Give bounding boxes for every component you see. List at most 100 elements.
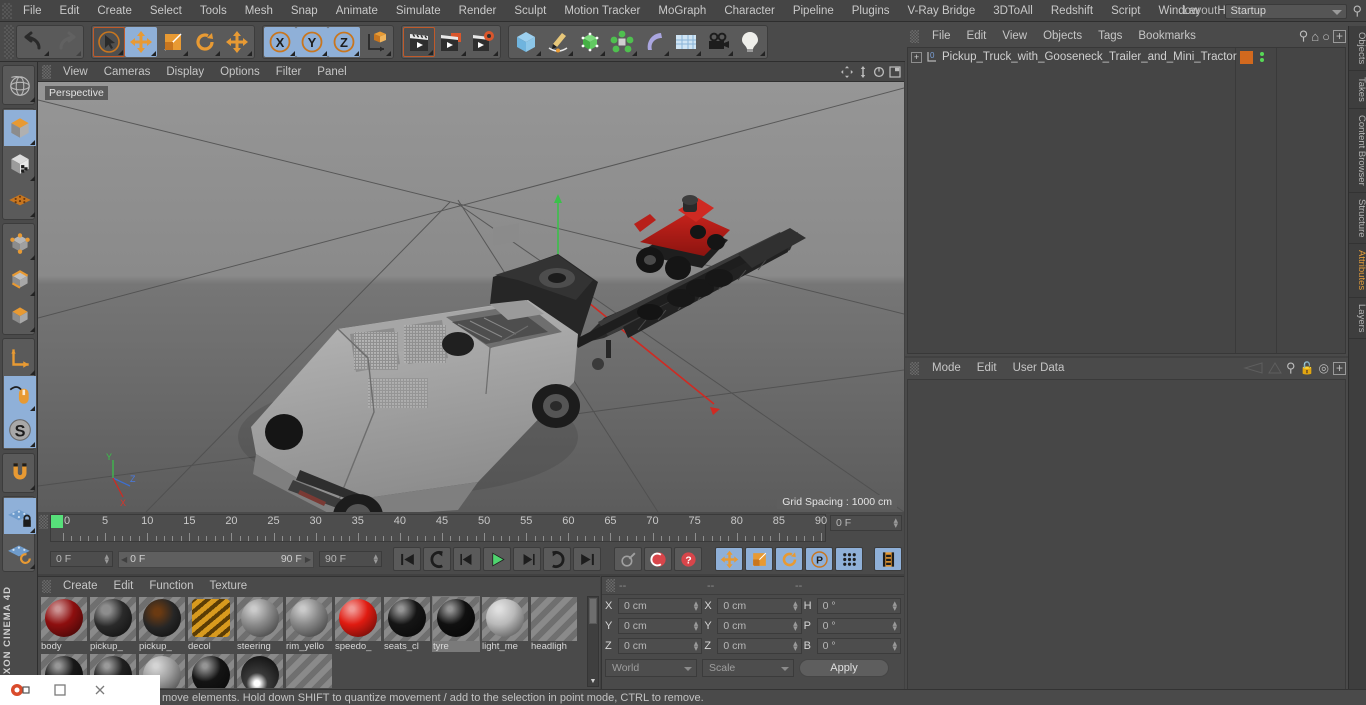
material-menu-function[interactable]: Function bbox=[141, 580, 201, 592]
material-item[interactable]: rim_yello bbox=[285, 596, 333, 652]
preview-range-bar[interactable]: ◀ 0 F 90 F ▶ bbox=[118, 550, 314, 568]
dropdown-corner-icon[interactable] bbox=[44, 50, 49, 56]
dropdown-corner-icon[interactable] bbox=[386, 50, 391, 56]
material-item[interactable]: headligh bbox=[530, 596, 578, 652]
menu-script[interactable]: Script bbox=[1102, 0, 1149, 22]
go-to-start-button[interactable] bbox=[393, 547, 421, 571]
expand-icon[interactable]: + bbox=[911, 51, 922, 63]
texture-mode-button[interactable] bbox=[4, 146, 36, 182]
scroll-down-icon[interactable]: ▼ bbox=[588, 677, 598, 686]
menu-3dtoall[interactable]: 3DToAll bbox=[984, 0, 1042, 22]
dropdown-corner-icon[interactable] bbox=[696, 50, 701, 56]
menu-sculpt[interactable]: Sculpt bbox=[505, 0, 555, 22]
material-item[interactable] bbox=[187, 653, 235, 688]
search-icon[interactable]: ⚲ bbox=[1352, 3, 1362, 19]
spinner-icon[interactable]: ▴ ▾ bbox=[893, 516, 898, 530]
attribute-manager-grip[interactable] bbox=[910, 361, 919, 375]
material-menu-texture[interactable]: Texture bbox=[201, 580, 255, 592]
material-preview[interactable] bbox=[384, 597, 430, 641]
menu-character[interactable]: Character bbox=[715, 0, 784, 22]
coordinate-mode-dropdown[interactable]: Scale bbox=[702, 659, 794, 677]
redo-button[interactable] bbox=[50, 27, 82, 57]
dropdown-corner-icon[interactable] bbox=[30, 140, 35, 145]
zoom-icon[interactable] bbox=[855, 64, 870, 79]
move-duplicate-tool[interactable] bbox=[221, 27, 253, 57]
rotation-field[interactable]: 0 ° ▴ ▾ bbox=[816, 597, 901, 614]
step-back-button[interactable] bbox=[453, 547, 481, 571]
viewport-menu-cameras[interactable]: Cameras bbox=[96, 62, 159, 82]
globe-deform-tool[interactable] bbox=[4, 67, 36, 103]
record-active-objects-button[interactable] bbox=[614, 547, 642, 571]
dropdown-corner-icon[interactable] bbox=[30, 327, 35, 332]
material-preview[interactable] bbox=[237, 597, 283, 641]
planar-workplane-button[interactable] bbox=[4, 534, 36, 570]
material-preview[interactable] bbox=[188, 597, 234, 641]
current-frame-field[interactable]: 0 F ▴ ▾ bbox=[50, 551, 113, 567]
add-icon[interactable]: + bbox=[1332, 361, 1346, 375]
render-view-button[interactable] bbox=[403, 26, 435, 57]
object-menu-tags[interactable]: Tags bbox=[1090, 30, 1130, 42]
axis-z-lock[interactable]: Z bbox=[328, 26, 360, 57]
play-button[interactable] bbox=[483, 547, 511, 571]
scale-tool[interactable] bbox=[157, 27, 189, 57]
dropdown-corner-icon[interactable] bbox=[30, 370, 35, 375]
world-object-axis-toggle[interactable] bbox=[360, 27, 392, 57]
record-position-button[interactable] bbox=[715, 547, 743, 571]
material-preview[interactable] bbox=[139, 597, 185, 641]
right-tab-structure[interactable]: Structure bbox=[1349, 193, 1366, 245]
right-tab-takes[interactable]: Takes bbox=[1349, 71, 1366, 110]
dropdown-corner-icon[interactable] bbox=[30, 442, 35, 447]
material-item[interactable]: pickup_ bbox=[89, 596, 137, 652]
close-icon[interactable] bbox=[80, 683, 120, 697]
dropdown-corner-icon[interactable] bbox=[600, 50, 605, 56]
menu-render[interactable]: Render bbox=[450, 0, 506, 22]
menu-animate[interactable]: Animate bbox=[327, 0, 387, 22]
undo-button[interactable] bbox=[18, 27, 50, 57]
dropdown-corner-icon[interactable] bbox=[354, 50, 359, 56]
dropdown-corner-icon[interactable] bbox=[728, 50, 733, 56]
add-light-button[interactable] bbox=[734, 27, 766, 57]
record-scale-button[interactable] bbox=[745, 547, 773, 571]
dope-sheet-button[interactable] bbox=[874, 547, 902, 571]
viewport-menu-panel[interactable]: Panel bbox=[309, 62, 354, 82]
menu-v-ray-bridge[interactable]: V-Ray Bridge bbox=[898, 0, 984, 22]
polygons-mode-button[interactable] bbox=[4, 297, 36, 333]
material-preview[interactable] bbox=[286, 654, 332, 688]
object-manager-grip[interactable] bbox=[910, 29, 919, 43]
spinner-icon[interactable]: ▴ ▾ bbox=[373, 552, 378, 566]
dropdown-corner-icon[interactable] bbox=[30, 176, 35, 181]
menu-edit[interactable]: Edit bbox=[51, 0, 89, 22]
add-nurbs-button[interactable] bbox=[574, 27, 606, 57]
lock-icon[interactable]: 🔓 bbox=[1300, 361, 1315, 375]
material-item[interactable]: steering bbox=[236, 596, 284, 652]
add-environment-button[interactable] bbox=[670, 27, 702, 57]
material-preview[interactable] bbox=[482, 597, 528, 641]
layout-dropdown[interactable]: Startup bbox=[1225, 3, 1348, 19]
spinner-icon[interactable]: ▴ ▾ bbox=[892, 638, 897, 652]
dropdown-corner-icon[interactable] bbox=[664, 50, 669, 56]
attribute-menu-edit[interactable]: Edit bbox=[969, 362, 1005, 374]
rotate-icon[interactable] bbox=[871, 64, 886, 79]
dropdown-corner-icon[interactable] bbox=[30, 564, 35, 569]
material-preview[interactable] bbox=[335, 597, 381, 641]
spinner-icon[interactable]: ▴ ▾ bbox=[793, 598, 798, 612]
search-icon[interactable]: ⚲ bbox=[1286, 360, 1296, 376]
search-icon[interactable]: ⚲ bbox=[1299, 28, 1309, 44]
dropdown-corner-icon[interactable] bbox=[30, 528, 35, 533]
spinner-icon[interactable]: ▴ ▾ bbox=[793, 618, 798, 632]
viewport-grip[interactable] bbox=[42, 64, 51, 79]
render-settings-button[interactable] bbox=[467, 27, 499, 57]
render-to-picture-viewer-button[interactable] bbox=[435, 27, 467, 57]
dropdown-corner-icon[interactable] bbox=[30, 406, 35, 411]
next-key-button[interactable] bbox=[543, 547, 571, 571]
menu-create[interactable]: Create bbox=[88, 0, 141, 22]
material-item[interactable] bbox=[285, 653, 333, 688]
material-menu-edit[interactable]: Edit bbox=[106, 580, 142, 592]
dropdown-corner-icon[interactable] bbox=[30, 212, 35, 217]
material-menu-create[interactable]: Create bbox=[55, 580, 106, 592]
menu-redshift[interactable]: Redshift bbox=[1042, 0, 1102, 22]
object-menu-file[interactable]: File bbox=[924, 30, 959, 42]
timeline-grip[interactable] bbox=[39, 515, 48, 529]
browser-icon[interactable] bbox=[0, 682, 40, 698]
keyframe-selection-button[interactable]: ? bbox=[674, 547, 702, 571]
